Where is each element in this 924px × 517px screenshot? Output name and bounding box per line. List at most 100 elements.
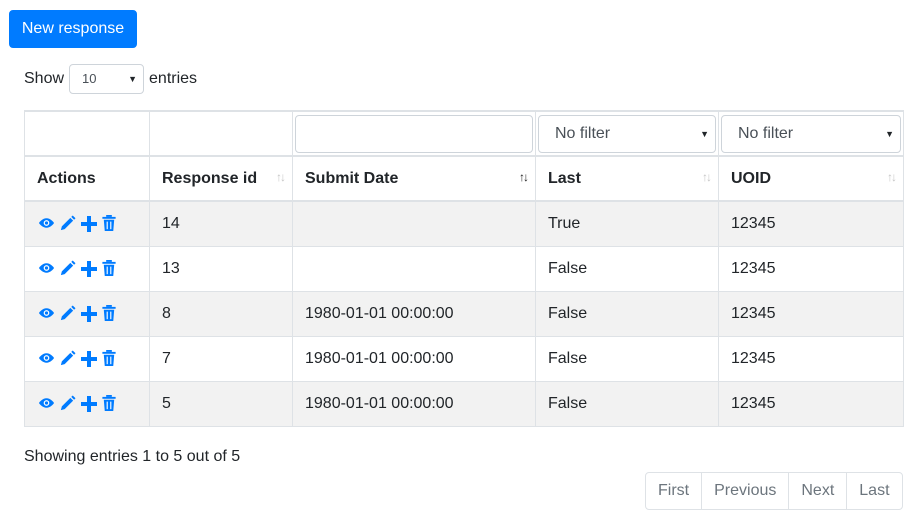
sort-active-icon: ↑↓ — [519, 170, 529, 184]
row-actions — [37, 394, 137, 413]
delete-button[interactable] — [101, 259, 120, 278]
edit-button[interactable] — [59, 215, 78, 233]
length-prefix: Show — [24, 70, 65, 87]
add-icon — [80, 260, 99, 278]
column-header-response-id[interactable]: Response id ↑↓ — [149, 155, 293, 202]
view-icon — [38, 395, 57, 411]
length-control: Show 10 ▼ entries — [24, 62, 197, 96]
add-button[interactable] — [80, 215, 99, 233]
response-id-cell: 8 — [149, 290, 293, 337]
entries-select-value: 10 — [82, 71, 97, 86]
edit-icon — [59, 349, 78, 367]
filter-cell-empty — [149, 110, 293, 157]
submit-date-cell: 1980-01-01 00:00:00 — [292, 290, 536, 337]
length-suffix: entries — [149, 70, 198, 87]
view-icon — [38, 260, 57, 276]
page-previous-button[interactable]: Previous — [701, 472, 790, 510]
submit-date-cell — [292, 245, 536, 292]
table-row: 14 True 12345 — [24, 200, 904, 247]
edit-icon — [59, 215, 78, 232]
edit-icon — [59, 304, 78, 322]
uoid-cell: 12345 — [718, 200, 904, 247]
uoid-cell: 12345 — [718, 245, 904, 292]
edit-icon — [59, 394, 78, 412]
submit-date-cell: 1980-01-01 00:00:00 — [292, 380, 536, 427]
view-button[interactable] — [38, 215, 57, 233]
column-header-last[interactable]: Last ↑↓ — [535, 155, 719, 202]
page-last-button[interactable]: Last — [846, 472, 903, 510]
column-header-actions: Actions — [24, 155, 150, 202]
actions-cell — [24, 290, 150, 337]
actions-cell — [24, 200, 150, 247]
view-button[interactable] — [38, 350, 57, 368]
row-actions — [37, 214, 137, 233]
response-id-cell: 14 — [149, 200, 293, 247]
delete-icon — [101, 214, 120, 232]
uoid-cell: 12345 — [718, 335, 904, 382]
filter-row: No filter ▼ No filter ▼ — [24, 110, 904, 157]
last-cell: False — [535, 380, 719, 427]
uoid-cell: 12345 — [718, 380, 904, 427]
delete-button[interactable] — [101, 349, 120, 368]
responses-table: No filter ▼ No filter ▼ Actions Response… — [24, 110, 904, 427]
uoid-filter-select[interactable]: No filter ▼ — [721, 114, 901, 153]
view-icon — [38, 350, 57, 366]
column-header-uoid[interactable]: UOID ↑↓ — [718, 155, 904, 202]
actions-cell — [24, 245, 150, 292]
view-button[interactable] — [38, 305, 57, 323]
delete-icon — [101, 304, 120, 322]
table-row: 13 False 12345 — [24, 245, 904, 292]
last-filter-select[interactable]: No filter ▼ — [538, 114, 716, 153]
submit-date-cell — [292, 200, 536, 247]
delete-icon — [101, 394, 120, 412]
sort-icon: ↑↓ — [887, 170, 897, 184]
uoid-filter-value: No filter — [738, 124, 794, 142]
submit-date-cell: 1980-01-01 00:00:00 — [292, 335, 536, 382]
add-button[interactable] — [80, 260, 99, 278]
view-icon — [38, 305, 57, 321]
edit-button[interactable] — [59, 304, 78, 323]
edit-button[interactable] — [59, 259, 78, 278]
add-icon — [80, 305, 99, 323]
edit-button[interactable] — [59, 394, 78, 413]
table-body: 14 True 12345 13 False 12345 8 1980-01-01 00:00… — [24, 200, 904, 427]
entries-select[interactable]: 10 ▼ — [69, 64, 145, 94]
filter-cell-uoid: No filter ▼ — [718, 110, 904, 157]
view-button[interactable] — [38, 395, 57, 413]
delete-button[interactable] — [101, 214, 120, 233]
row-actions — [37, 304, 137, 323]
page-next-button[interactable]: Next — [788, 472, 848, 510]
new-response-button[interactable]: New response — [9, 10, 137, 48]
edit-button[interactable] — [59, 349, 78, 368]
row-actions — [37, 349, 137, 368]
header-row: Actions Response id ↑↓ Submit Date ↑↓ Last… — [24, 155, 904, 202]
table-row: 5 1980-01-01 00:00:00 False 12345 — [24, 380, 904, 427]
submit-date-filter-input[interactable] — [295, 114, 533, 153]
response-id-cell: 7 — [149, 335, 293, 382]
add-button[interactable] — [80, 350, 99, 368]
table-row: 7 1980-01-01 00:00:00 False 12345 — [24, 335, 904, 382]
row-actions — [37, 259, 137, 278]
edit-icon — [59, 259, 78, 277]
chevron-down-icon: ▼ — [700, 128, 709, 139]
add-button[interactable] — [80, 305, 99, 323]
sort-icon: ↑↓ — [276, 170, 286, 184]
sort-icon: ↑↓ — [702, 170, 712, 184]
filter-cell-last: No filter ▼ — [535, 110, 719, 157]
last-cell: False — [535, 290, 719, 337]
last-cell: False — [535, 245, 719, 292]
table-row: 8 1980-01-01 00:00:00 False 12345 — [24, 290, 904, 337]
add-button[interactable] — [80, 395, 99, 413]
column-header-submit-date[interactable]: Submit Date ↑↓ — [292, 155, 536, 202]
view-button[interactable] — [38, 260, 57, 278]
delete-button[interactable] — [101, 394, 120, 413]
filter-cell-submit — [292, 110, 536, 157]
response-id-cell: 5 — [149, 380, 293, 427]
delete-button[interactable] — [101, 304, 120, 323]
page-first-button[interactable]: First — [645, 472, 703, 510]
add-icon — [80, 350, 99, 368]
last-filter-value: No filter — [555, 124, 611, 142]
view-icon — [38, 215, 57, 231]
pagination: First Previous Next Last — [645, 472, 903, 510]
chevron-down-icon: ▼ — [885, 128, 894, 139]
